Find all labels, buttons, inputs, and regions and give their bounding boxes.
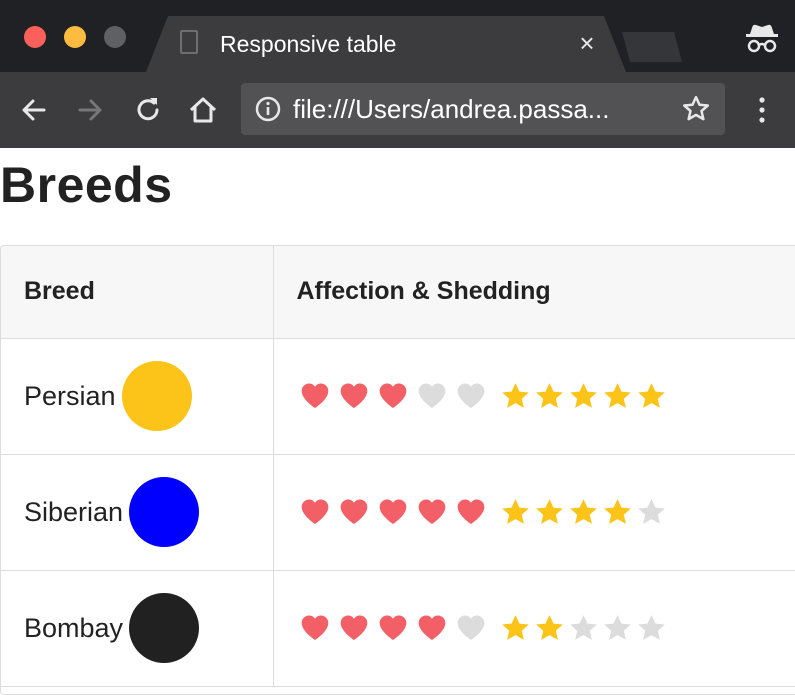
heart-filled-icon: [338, 380, 370, 412]
info-icon[interactable]: [255, 96, 281, 122]
star-empty-icon: [636, 613, 667, 644]
forward-arrow-icon[interactable]: [72, 92, 108, 128]
heart-empty-icon: [416, 380, 448, 412]
tab-close-icon[interactable]: ×: [574, 28, 600, 58]
heart-empty-icon: [455, 612, 487, 644]
heart-filled-icon: [455, 496, 487, 528]
breed-name: Persian: [24, 381, 116, 412]
kebab-menu-icon[interactable]: [750, 92, 774, 128]
heart-filled-icon: [377, 496, 409, 528]
column-header-breed: Breed: [1, 246, 273, 338]
window-maximize-button[interactable]: [104, 26, 126, 48]
heart-filled-icon: [416, 612, 448, 644]
browser-titlebar: Responsive table ×: [0, 0, 795, 72]
breed-name: Siberian: [24, 497, 123, 528]
ratings-cell: [273, 454, 795, 570]
star-filled-icon: [602, 497, 633, 528]
table-row: Bombay: [1, 570, 795, 686]
heart-filled-icon: [299, 612, 331, 644]
ratings-cell: [273, 570, 795, 686]
breed-cell: Siberian: [1, 454, 273, 570]
star-filled-icon: [534, 381, 565, 412]
incognito-icon: [742, 18, 782, 58]
star-filled-icon: [500, 381, 531, 412]
affection-shedding-rating: [299, 380, 795, 412]
breeds-table: Breed Affection & Shedding Persian Siberi…: [0, 245, 795, 695]
heart-filled-icon: [299, 496, 331, 528]
breed-name: Bombay: [24, 613, 123, 644]
breed-color-swatch: [129, 593, 199, 663]
star-filled-icon: [534, 613, 565, 644]
back-arrow-icon[interactable]: [16, 92, 52, 128]
column-header-affection-shedding: Affection & Shedding: [273, 246, 795, 338]
star-filled-icon: [636, 381, 667, 412]
breed-cell: Bombay: [1, 570, 273, 686]
affection-shedding-rating: [299, 612, 795, 644]
browser-tab[interactable]: Responsive table ×: [146, 16, 626, 72]
heart-filled-icon: [338, 612, 370, 644]
affection-shedding-rating: [299, 496, 795, 528]
heart-filled-icon: [299, 380, 331, 412]
heart-filled-icon: [377, 612, 409, 644]
table-row: Persian: [1, 338, 795, 454]
table-row: Siberian: [1, 454, 795, 570]
star-filled-icon: [568, 497, 599, 528]
heart-filled-icon: [416, 496, 448, 528]
star-empty-icon: [568, 613, 599, 644]
reload-icon[interactable]: [130, 92, 166, 128]
home-icon[interactable]: [185, 92, 221, 128]
window-minimize-button[interactable]: [64, 26, 86, 48]
star-icon[interactable]: [681, 94, 711, 124]
window-close-button[interactable]: [24, 26, 46, 48]
ratings-cell: [273, 338, 795, 454]
url-text[interactable]: file:///Users/andrea.passa...: [293, 93, 653, 125]
heart-filled-icon: [377, 380, 409, 412]
star-filled-icon: [602, 381, 633, 412]
star-filled-icon: [500, 497, 531, 528]
star-filled-icon: [534, 497, 565, 528]
file-icon: [180, 30, 198, 54]
address-bar[interactable]: file:///Users/andrea.passa...: [241, 83, 725, 135]
heart-filled-icon: [338, 496, 370, 528]
page-title: Breeds: [0, 155, 173, 215]
breed-color-swatch: [122, 361, 192, 431]
star-filled-icon: [568, 381, 599, 412]
new-tab-button[interactable]: [622, 32, 682, 62]
table-header-row: Breed Affection & Shedding: [1, 246, 795, 338]
star-filled-icon: [500, 613, 531, 644]
breed-cell: Persian: [1, 338, 273, 454]
heart-empty-icon: [455, 380, 487, 412]
tab-title: Responsive table: [220, 30, 396, 58]
star-empty-icon: [602, 613, 633, 644]
star-empty-icon: [636, 497, 667, 528]
breed-color-swatch: [129, 477, 199, 547]
